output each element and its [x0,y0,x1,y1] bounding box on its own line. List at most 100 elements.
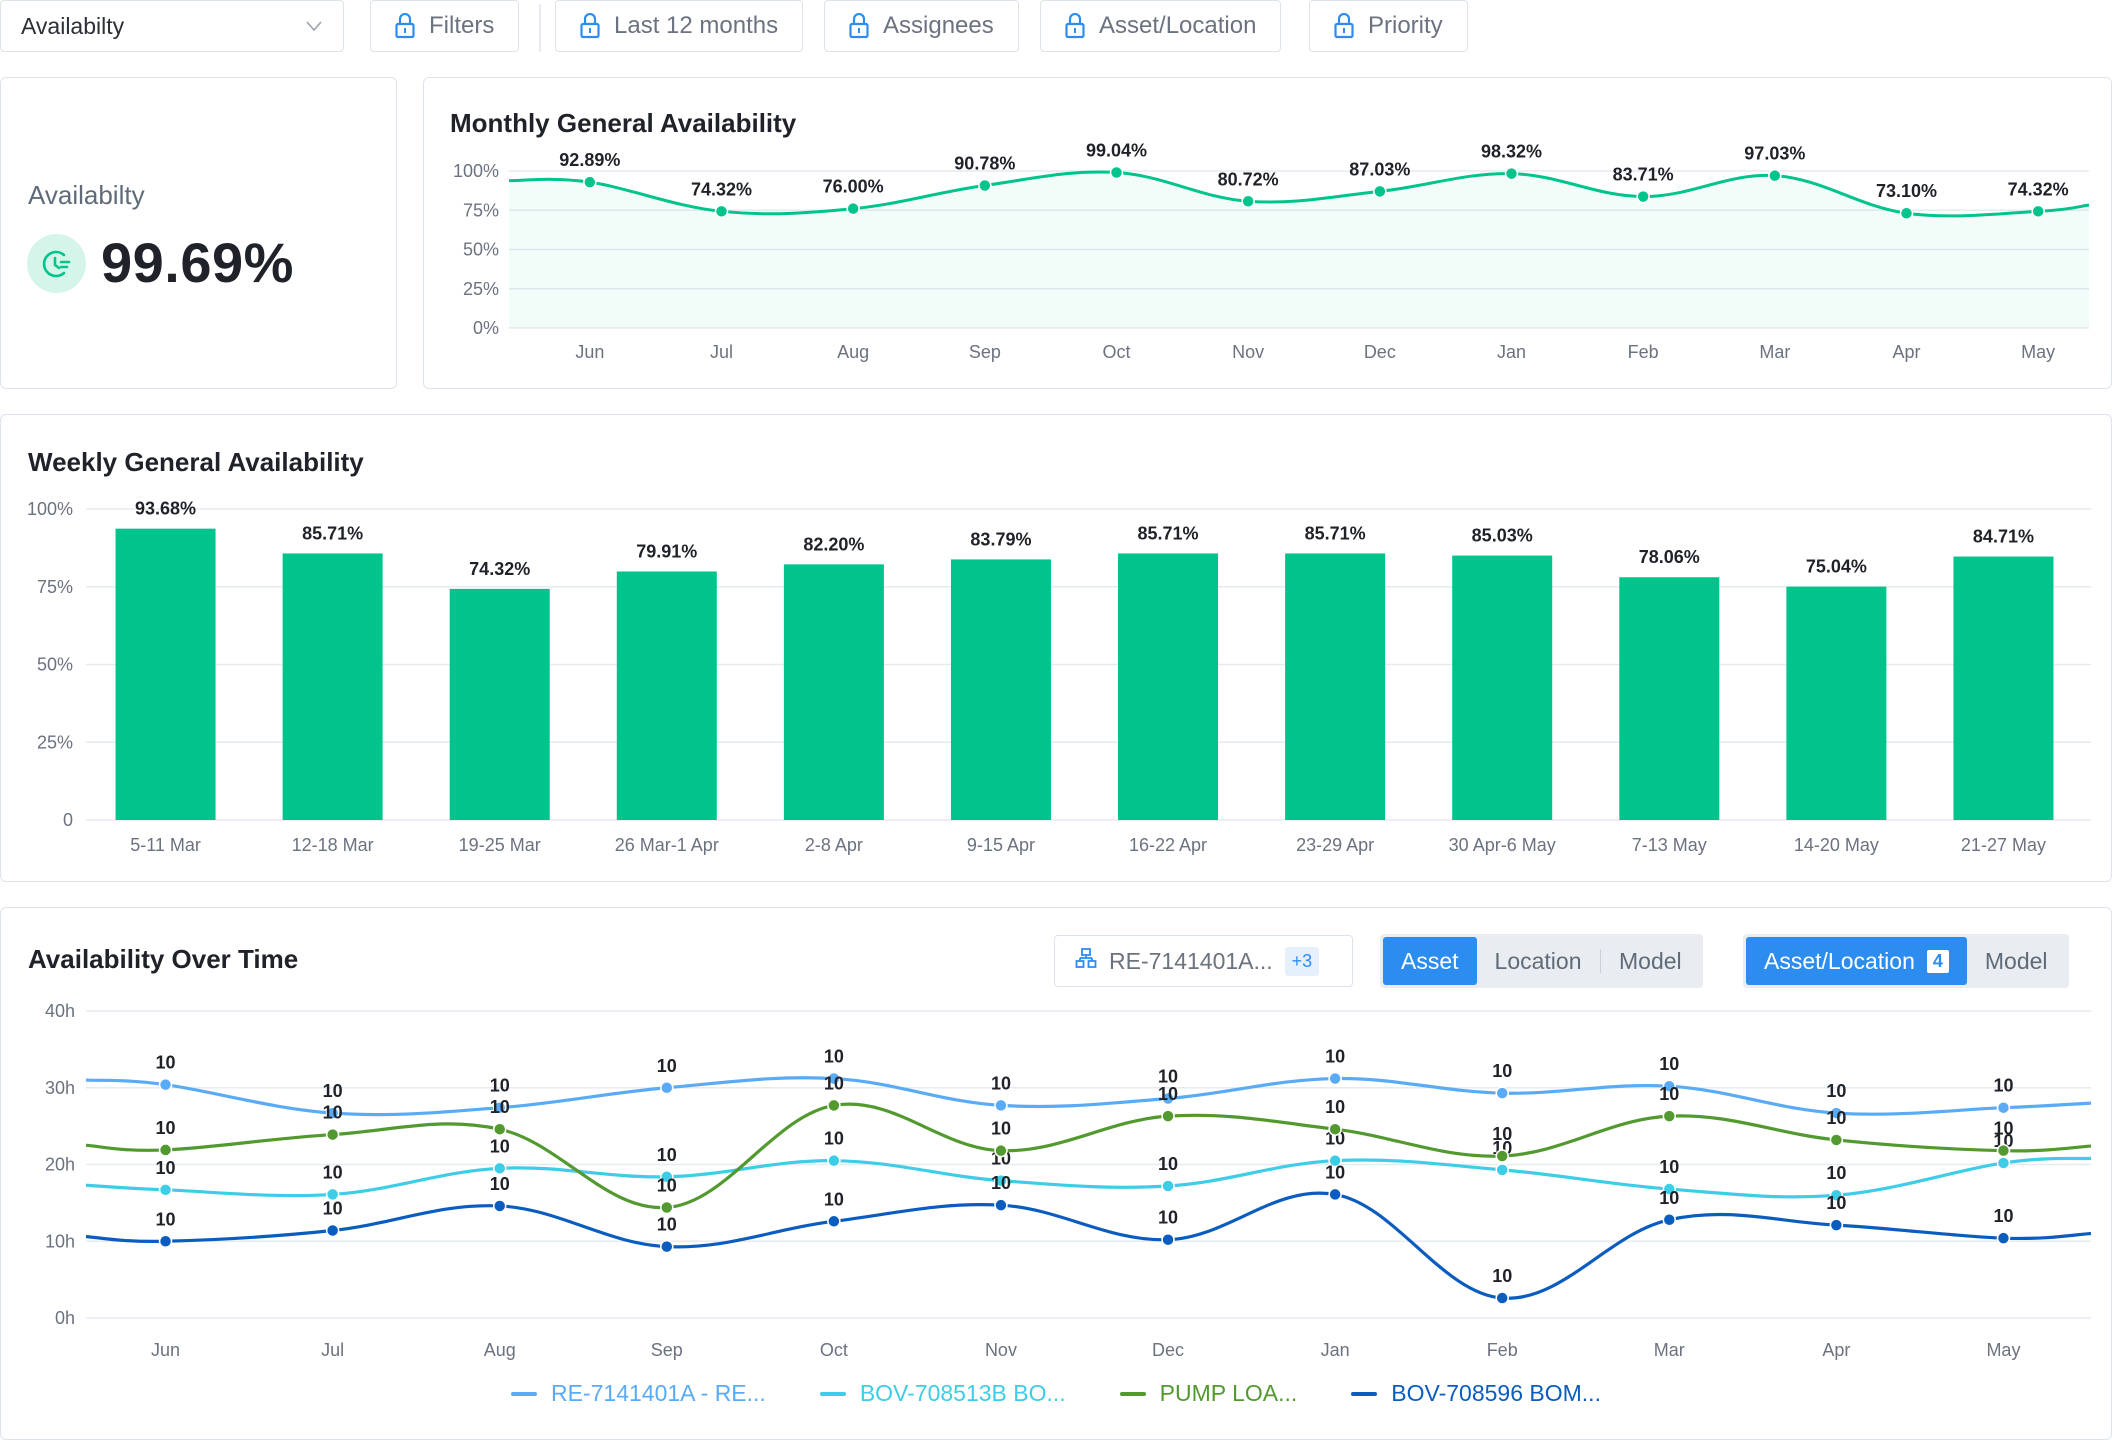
data-label: 10 [991,1119,1011,1139]
x-tick-label: Sep [969,342,1001,362]
data-label: 10 [1492,1266,1512,1286]
data-point [994,1098,1008,1113]
data-label: 10 [1659,1188,1679,1208]
x-tick-label: Sep [651,1340,683,1360]
data-label: 10 [1325,1047,1345,1067]
data-point [660,1239,674,1254]
data-label: 10 [1826,1163,1846,1183]
data-label: 87.03% [1349,159,1410,179]
data-label: 10 [1993,1206,2013,1226]
legend-label: BOV-708513B BO... [859,1380,1066,1406]
data-label: 10 [1158,1208,1178,1228]
x-tick-label: Jan [1321,1340,1350,1360]
y-tick-label: 0h [55,1308,75,1328]
y-tick-label: 25% [463,279,499,299]
data-label: 10 [1659,1157,1679,1177]
data-point [1996,1143,2011,1158]
bar [449,588,550,820]
asset-location-button[interactable]: Asset/Location [1040,0,1282,52]
filters-button[interactable]: Filters [370,0,520,52]
data-label: 79.91% [636,541,697,561]
y-tick-label: 100% [27,499,73,519]
data-point [994,1143,1008,1158]
legend-item[interactable]: PUMP LOA... [1119,1380,1297,1407]
chevron-down-icon [305,15,323,38]
data-label: 10 [1659,1084,1679,1104]
bar [1118,553,1219,820]
x-tick-label: 5-11 Mar [130,835,201,855]
legend-label: BOV-708596 BOM... [1391,1380,1601,1406]
y-tick-label: 50% [37,655,73,675]
availability-over-time-card: Availability Over Time RE-7141401A... +3… [0,907,2112,1440]
data-label: 10 [156,1158,176,1178]
legend-swatch [511,1391,538,1396]
asset-location-button-label: Asset/Location [1099,12,1257,39]
data-label: 10 [323,1103,343,1123]
priority-button-label: Priority [1368,12,1443,39]
legend-item[interactable]: BOV-708596 BOM... [1351,1380,1601,1407]
lock-icon [1334,13,1354,39]
data-label: 74.32% [469,559,530,579]
data-label: 98.32% [1481,142,1542,162]
legend-item[interactable]: BOV-708513B BO... [819,1380,1066,1407]
monthly-availability-card: Monthly General Availability 0% 25% 50% 75%… [423,77,2112,389]
data-label: 74.32% [2008,179,2069,199]
data-point [325,1223,340,1238]
legend-swatch [819,1391,846,1396]
data-label: 82.20% [803,534,864,554]
x-tick-label: 14-20 May [1794,835,1879,855]
data-point [1495,1149,1509,1163]
bar [950,559,1051,820]
y-tick-label: 75% [37,577,73,597]
data-point [1161,1109,1175,1123]
bar [115,528,216,820]
data-point [1996,1231,2011,1245]
bar [1619,577,1720,820]
data-point [158,1077,173,1092]
data-point [1996,1156,2011,1170]
data-label: 85.71% [302,523,363,543]
y-tick-label: 0 [63,810,73,830]
data-point [492,1161,507,1176]
x-tick-label: Jun [151,1340,180,1360]
data-label: 10 [1826,1081,1846,1101]
date-range-button[interactable]: Last 12 months [555,0,804,52]
asset-picker-extra-count: +3 [1284,946,1320,976]
x-tick-label: 30 Apr-6 May [1449,835,1556,855]
data-label: 97.03% [1744,144,1805,164]
data-label: 10 [490,1076,510,1096]
x-tick-label: Mar [1759,342,1790,362]
bar [282,553,383,820]
data-label: 10 [323,1162,343,1182]
lock-icon [580,13,600,39]
data-point [1899,206,1914,220]
legend-item[interactable]: RE-7141401A - RE... [511,1380,766,1407]
data-label: 10 [1993,1076,2013,1096]
data-label: 80.72% [1218,169,1279,189]
data-point [1495,1163,1509,1177]
asset-picker-label: RE-7141401A... [1109,947,1273,974]
x-tick-label: 26 Mar-1 Apr [615,835,719,855]
data-label: 10 [824,1189,844,1209]
lock-icon [395,13,415,39]
data-point [994,1198,1008,1212]
priority-button[interactable]: Priority [1309,0,1468,52]
data-label: 10 [156,1053,176,1073]
data-point [158,1234,173,1248]
data-label: 10 [657,1145,677,1165]
data-label: 10 [156,1118,176,1138]
availability-over-time-chart: 0h 10h 20h 30h 40h Jun Jul Aug Sep Oct Nov Dec Jan Fe… [45,1001,2092,1360]
data-point [1768,168,1782,183]
data-label: 10 [323,1081,343,1101]
assignees-button[interactable]: Assignees [824,0,1019,52]
x-tick-label: Dec [1364,342,1396,362]
bar [616,571,717,820]
y-tick-label: 10h [45,1231,75,1251]
x-tick-label: Nov [985,1340,1017,1360]
kpi-label: Availabilty [28,180,145,210]
metric-select-value: Availabilty [21,12,125,39]
data-point [1662,1109,1677,1123]
data-point [1109,165,1124,180]
data-point [714,204,729,219]
metric-select[interactable]: Availabilty [0,0,344,52]
